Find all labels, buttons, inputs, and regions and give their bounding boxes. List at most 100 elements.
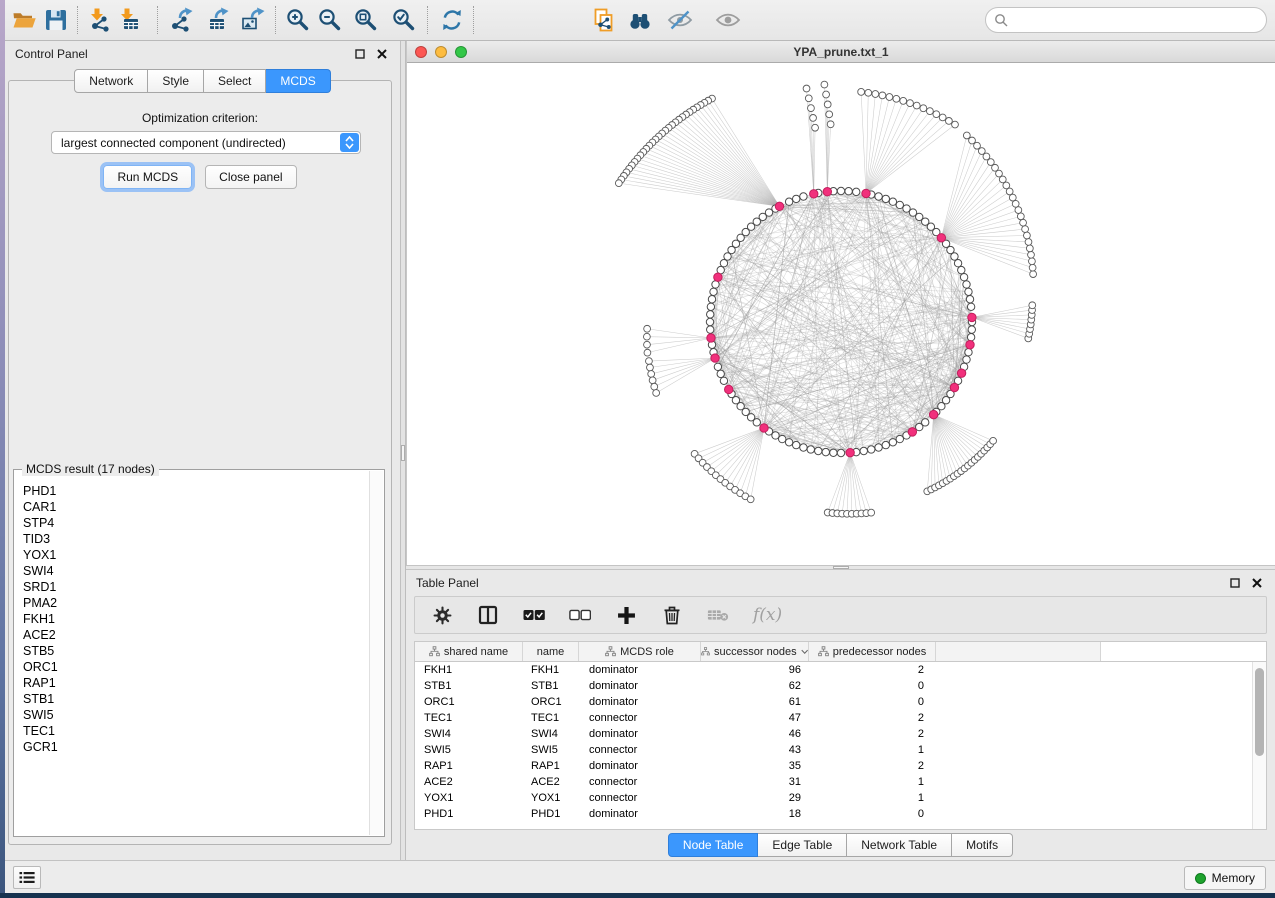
graph-node[interactable] (653, 390, 660, 397)
window-minimize-icon[interactable] (435, 46, 447, 58)
graph-node[interactable] (966, 296, 973, 303)
graph-node[interactable] (830, 449, 837, 456)
graph-node[interactable] (803, 85, 810, 92)
graph-node[interactable] (966, 341, 974, 349)
graph-node[interactable] (1020, 219, 1027, 226)
graph-node[interactable] (1022, 226, 1029, 233)
window-zoom-icon[interactable] (455, 46, 467, 58)
mcds-result-scrollbar[interactable] (369, 471, 383, 835)
network-canvas[interactable] (407, 63, 1275, 565)
graph-node[interactable] (800, 444, 807, 451)
export-image-icon[interactable] (237, 5, 267, 35)
graph-node[interactable] (868, 509, 875, 516)
graph-node[interactable] (960, 273, 967, 280)
table-row[interactable]: STB1STB1dominator620 (415, 678, 1252, 694)
graph-node[interactable] (889, 198, 896, 205)
graph-node[interactable] (644, 349, 651, 356)
close-panel-button[interactable]: Close panel (205, 165, 296, 189)
graph-node[interactable] (963, 132, 970, 139)
add-row-icon[interactable] (615, 604, 637, 626)
graph-node[interactable] (900, 97, 907, 104)
float-panel-icon[interactable] (352, 46, 368, 62)
graph-node[interactable] (860, 447, 867, 454)
graph-node[interactable] (724, 253, 731, 260)
graph-node[interactable] (714, 273, 722, 281)
table-row[interactable]: ACE2ACE2connector311 (415, 774, 1252, 790)
graph-node[interactable] (647, 364, 654, 371)
graph-node[interactable] (907, 100, 914, 107)
import-network-icon[interactable] (85, 5, 115, 35)
graph-node[interactable] (706, 318, 713, 325)
graph-node[interactable] (939, 114, 946, 121)
graph-node[interactable] (922, 419, 929, 426)
graph-node[interactable] (913, 102, 920, 109)
select-all-icon[interactable] (523, 604, 545, 626)
open-file-icon[interactable] (9, 5, 39, 35)
graph-node[interactable] (644, 325, 651, 332)
graph-node[interactable] (846, 448, 854, 456)
graph-node[interactable] (879, 92, 886, 99)
float-panel-icon[interactable] (1227, 575, 1243, 591)
splitter-handle[interactable] (401, 445, 405, 461)
graph-node[interactable] (747, 496, 754, 503)
first-neighbors-icon[interactable] (625, 5, 655, 35)
task-history-icon[interactable] (13, 866, 41, 889)
graph-node[interactable] (720, 377, 727, 384)
export-network-icon[interactable] (165, 5, 195, 35)
mcds-result-item[interactable]: STP4 (23, 515, 369, 531)
graph-node[interactable] (651, 383, 658, 390)
tab-edge-table[interactable]: Edge Table (758, 833, 847, 857)
run-mcds-button[interactable]: Run MCDS (103, 165, 192, 189)
graph-node[interactable] (893, 95, 900, 102)
graph-node[interactable] (827, 121, 834, 128)
graph-node[interactable] (710, 288, 717, 295)
graph-node[interactable] (868, 446, 875, 453)
graph-node[interactable] (903, 205, 910, 212)
tab-motifs[interactable]: Motifs (952, 833, 1013, 857)
graph-node[interactable] (896, 435, 903, 442)
mcds-result-item[interactable]: PMA2 (23, 595, 369, 611)
graph-node[interactable] (772, 432, 779, 439)
graph-node[interactable] (875, 444, 882, 451)
graph-node[interactable] (937, 234, 945, 242)
graph-node[interactable] (810, 190, 818, 198)
graph-node[interactable] (908, 428, 916, 436)
mcds-result-item[interactable]: TID3 (23, 531, 369, 547)
mcds-result-item[interactable]: SRD1 (23, 579, 369, 595)
graph-node[interactable] (872, 91, 879, 98)
graph-node[interactable] (823, 188, 831, 196)
graph-node[interactable] (837, 187, 844, 194)
graph-node[interactable] (643, 333, 650, 340)
graph-node[interactable] (889, 439, 896, 446)
tab-network[interactable]: Network (74, 69, 148, 93)
graph-node[interactable] (1029, 302, 1036, 309)
table-row[interactable]: YOX1YOX1connector291 (415, 790, 1252, 806)
graph-node[interactable] (792, 441, 799, 448)
graph-node[interactable] (967, 334, 974, 341)
optimization-criterion-select[interactable]: largest connected component (undirected) (51, 131, 361, 154)
mcds-result-item[interactable]: ACE2 (23, 627, 369, 643)
column-header-predecessor-nodes[interactable]: predecessor nodes (809, 642, 936, 661)
graph-node[interactable] (807, 446, 814, 453)
graph-node[interactable] (753, 419, 760, 426)
mcds-result-item[interactable]: GCR1 (23, 739, 369, 755)
horizontal-splitter[interactable] (406, 565, 1275, 570)
graph-node[interactable] (968, 326, 975, 333)
search-field[interactable] (985, 7, 1267, 33)
table-row[interactable]: TEC1TEC1connector472 (415, 710, 1252, 726)
graph-node[interactable] (882, 195, 889, 202)
graph-node[interactable] (865, 89, 872, 96)
settings-gear-icon[interactable] (431, 604, 453, 626)
graph-node[interactable] (785, 439, 792, 446)
graph-node[interactable] (815, 447, 822, 454)
graph-node[interactable] (810, 115, 817, 122)
graph-node[interactable] (760, 424, 768, 432)
new-network-from-selection-icon[interactable] (589, 5, 619, 35)
graph-node[interactable] (954, 260, 961, 267)
tab-style[interactable]: Style (148, 69, 204, 93)
show-all-icon[interactable] (713, 5, 743, 35)
column-header-successor-nodes[interactable]: successor nodes (701, 642, 809, 661)
mcds-result-item[interactable]: SWI5 (23, 707, 369, 723)
graph-node[interactable] (933, 111, 940, 118)
graph-node[interactable] (707, 311, 714, 318)
